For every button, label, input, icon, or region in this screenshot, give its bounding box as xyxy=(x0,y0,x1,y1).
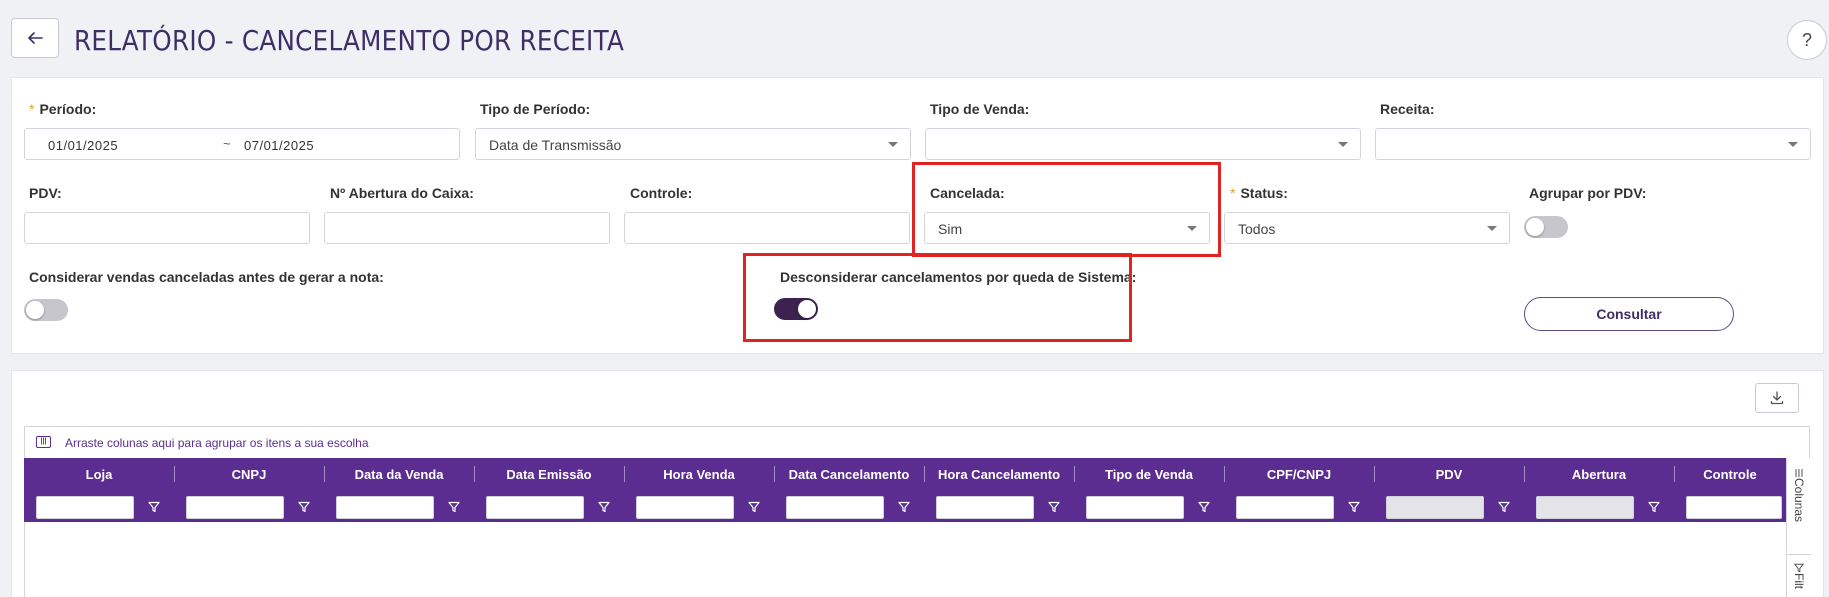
arrow-left-icon xyxy=(28,32,43,44)
chevron-down-icon xyxy=(888,142,898,147)
agrupar-pdv-toggle[interactable] xyxy=(1524,216,1568,238)
column-header-data-emissao[interactable]: Data Emissão xyxy=(474,458,624,490)
group-panel-text: Arraste colunas aqui para agrupar os ite… xyxy=(65,436,369,450)
controle-input[interactable] xyxy=(624,212,910,244)
periodo-label: * Período: xyxy=(29,101,97,117)
filter-icon[interactable] xyxy=(298,501,310,513)
toggle-knob xyxy=(26,301,44,319)
agrupar-pdv-label: Agrupar por PDV: xyxy=(1529,185,1647,201)
filter-icon[interactable] xyxy=(598,501,610,513)
column-header-controle[interactable]: Controle xyxy=(1674,458,1786,490)
column-header-data-venda[interactable]: Data da Venda xyxy=(324,458,474,490)
toggle-knob xyxy=(1526,218,1544,236)
consultar-button[interactable]: Consultar xyxy=(1524,297,1734,331)
column-header-abertura[interactable]: Abertura xyxy=(1524,458,1674,490)
pdv-label: PDV: xyxy=(29,185,62,201)
export-button[interactable] xyxy=(1755,383,1799,413)
tipo-periodo-label: Tipo de Período: xyxy=(480,101,591,117)
group-panel-icon: ||| xyxy=(36,436,51,448)
chevron-down-icon xyxy=(1338,142,1348,147)
side-tab-filtros[interactable]: Filt xyxy=(1787,554,1811,589)
filter-icon xyxy=(1794,563,1804,573)
columns-icon xyxy=(1795,469,1803,477)
column-header-data-cancelamento[interactable]: Data Cancelamento xyxy=(774,458,924,490)
filter-icon[interactable] xyxy=(448,501,460,513)
pdv-input[interactable] xyxy=(24,212,310,244)
filter-icon[interactable] xyxy=(748,501,760,513)
grid-header: Loja CNPJ Data da Venda Data Emissão Hor… xyxy=(24,458,1786,522)
tipo-periodo-select[interactable]: Data de Transmissão xyxy=(475,128,911,160)
grid-side-panel: Colunas Filt xyxy=(1786,458,1811,597)
filter-icon[interactable] xyxy=(1348,501,1360,513)
filter-input-cnpj[interactable] xyxy=(186,496,284,519)
filter-icon[interactable] xyxy=(898,501,910,513)
highlight-cancelada xyxy=(912,162,1221,257)
grid-body xyxy=(24,522,1786,597)
filter-icon[interactable] xyxy=(1198,501,1210,513)
filter-input-tipo-venda[interactable] xyxy=(1086,496,1184,519)
status-select[interactable]: Todos xyxy=(1224,212,1510,244)
periodo-date-range[interactable]: 01/01/2025 ~ 07/01/2025 xyxy=(24,128,460,160)
filter-input-hora-cancelamento[interactable] xyxy=(936,496,1034,519)
periodo-end-date[interactable]: 07/01/2025 xyxy=(244,138,314,153)
column-header-pdv[interactable]: PDV xyxy=(1374,458,1524,490)
controle-label: Controle: xyxy=(630,185,693,201)
side-tab-colunas[interactable]: Colunas xyxy=(1787,468,1811,522)
column-header-cpf-cnpj[interactable]: CPF/CNPJ xyxy=(1224,458,1374,490)
filter-input-data-cancelamento[interactable] xyxy=(786,496,884,519)
column-header-tipo-venda[interactable]: Tipo de Venda xyxy=(1074,458,1224,490)
date-range-separator: ~ xyxy=(223,136,231,151)
filter-input-loja[interactable] xyxy=(36,496,134,519)
back-button[interactable] xyxy=(11,18,59,58)
column-header-hora-venda[interactable]: Hora Venda xyxy=(624,458,774,490)
tipo-venda-label: Tipo de Venda: xyxy=(930,101,1030,117)
filter-input-abertura xyxy=(1536,496,1634,519)
status-label: * Status: xyxy=(1230,185,1288,201)
filter-input-pdv xyxy=(1386,496,1484,519)
filter-input-controle[interactable] xyxy=(1686,496,1782,519)
tipo-periodo-value: Data de Transmissão xyxy=(489,137,622,153)
periodo-start-date[interactable]: 01/01/2025 xyxy=(48,138,118,153)
column-header-loja[interactable]: Loja xyxy=(24,458,174,490)
receita-select[interactable] xyxy=(1375,128,1811,160)
abertura-caixa-input[interactable] xyxy=(324,212,610,244)
help-button[interactable]: ? xyxy=(1787,20,1827,60)
column-header-cnpj[interactable]: CNPJ xyxy=(174,458,324,490)
filter-input-cpf-cnpj[interactable] xyxy=(1236,496,1334,519)
status-value: Todos xyxy=(1238,221,1276,237)
filter-icon[interactable] xyxy=(1498,501,1510,513)
receita-label: Receita: xyxy=(1380,101,1435,117)
abertura-caixa-label: Nº Abertura do Caixa: xyxy=(330,185,474,201)
filter-icon[interactable] xyxy=(1648,501,1660,513)
chevron-down-icon xyxy=(1487,226,1497,231)
group-by-panel[interactable]: ||| Arraste colunas aqui para agrupar os… xyxy=(24,426,1810,458)
considerar-canceladas-toggle[interactable] xyxy=(24,299,68,321)
filter-icon[interactable] xyxy=(148,501,160,513)
filter-input-hora-venda[interactable] xyxy=(636,496,734,519)
tipo-venda-select[interactable] xyxy=(925,128,1361,160)
highlight-desconsiderar-queda xyxy=(743,253,1132,342)
filter-input-data-emissao[interactable] xyxy=(486,496,584,519)
filter-input-data-venda[interactable] xyxy=(336,496,434,519)
results-grid-panel: ||| Arraste colunas aqui para agrupar os… xyxy=(11,370,1824,597)
page-title: RELATÓRIO - CANCELAMENTO POR RECEITA xyxy=(74,24,625,57)
chevron-down-icon xyxy=(1788,142,1798,147)
considerar-canceladas-label: Considerar vendas canceladas antes de ge… xyxy=(29,269,384,285)
download-icon xyxy=(1770,391,1784,405)
filter-icon[interactable] xyxy=(1048,501,1060,513)
column-header-hora-cancelamento[interactable]: Hora Cancelamento xyxy=(924,458,1074,490)
